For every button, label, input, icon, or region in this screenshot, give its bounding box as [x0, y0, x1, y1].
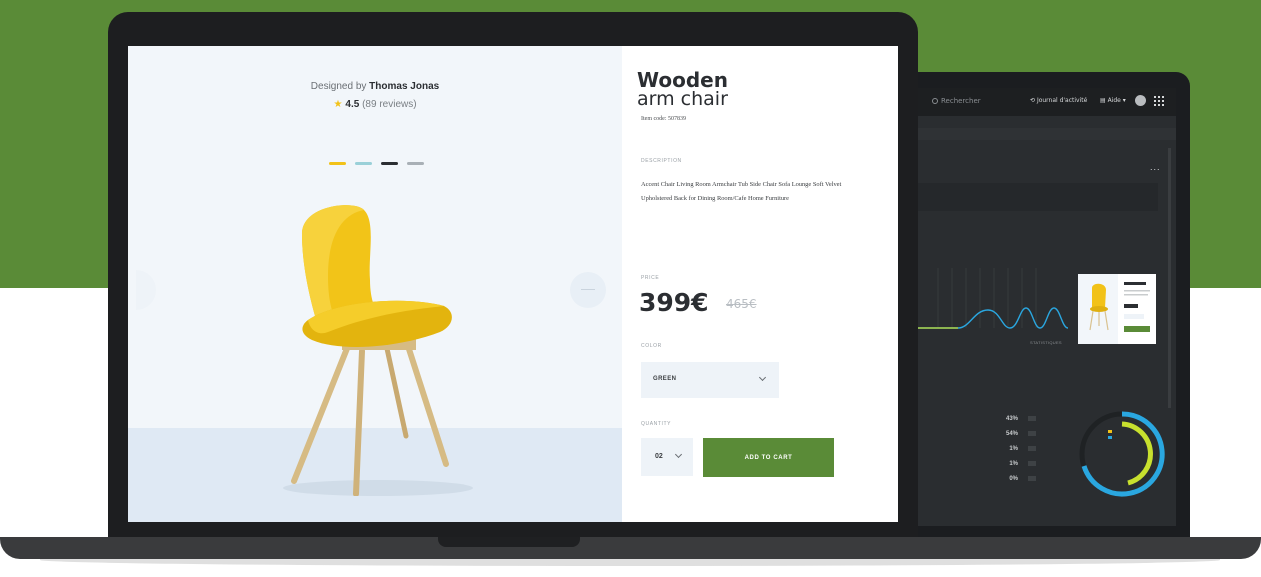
quantity-value: 02: [655, 453, 663, 460]
product-details: Wooden arm chair Item code: 507839 DESCR…: [622, 46, 898, 522]
arrow-right-icon[interactable]: [570, 272, 606, 308]
search-input[interactable]: Rechercher: [932, 97, 981, 105]
price-label: PRICE: [641, 275, 660, 281]
stat-row: 0%: [978, 476, 1038, 491]
stat-value: 0%: [1009, 476, 1018, 482]
product-description: Accent Chair Living Room Armchair Tub Si…: [641, 181, 842, 202]
stat-bar: [1028, 446, 1036, 451]
apps-grid-icon[interactable]: [1154, 96, 1164, 106]
stat-bar: [1028, 431, 1036, 436]
indicator-4[interactable]: [407, 162, 424, 165]
thumbnail-chair-icon: [1078, 274, 1150, 344]
stats-list: 43% 54% 1% 1% 0%: [978, 416, 1038, 491]
panel-header: [918, 128, 1176, 140]
designer-credit: Designed by Thomas Jonas: [128, 81, 622, 92]
stat-row: 1%: [978, 446, 1038, 461]
dashboard-topbar: Rechercher ⟲ Journal d'activité ▤ Aide ▾: [918, 88, 1176, 116]
journal-label: Journal d'activité: [1036, 97, 1088, 104]
activity-chart: [918, 268, 1068, 329]
stat-value: 43%: [1005, 416, 1018, 422]
stat-value: 1%: [1009, 461, 1018, 467]
product-price: 399€: [639, 288, 709, 317]
stat-bar: [1028, 461, 1036, 466]
chevron-down-icon: [674, 450, 683, 459]
journal-link[interactable]: ⟲ Journal d'activité: [1030, 97, 1087, 104]
rating: ★ 4.5 (89 reviews): [128, 99, 622, 110]
laptop-base: [0, 537, 1261, 559]
item-code: Item code: 507839: [641, 116, 686, 122]
product-gallery: Designed by Thomas Jonas ★ 4.5 (89 review…: [128, 46, 622, 522]
chair-image: [283, 205, 473, 496]
designer-name[interactable]: Thomas Jonas: [369, 81, 439, 92]
scrollbar[interactable]: [1168, 148, 1171, 408]
indicator-3[interactable]: [381, 162, 398, 165]
indicator-2[interactable]: [355, 162, 372, 165]
indicator-1[interactable]: [329, 162, 346, 165]
old-price: 465€: [726, 297, 757, 311]
designer-prefix: Designed by: [310, 81, 367, 92]
product-thumbnail[interactable]: [1078, 274, 1156, 344]
color-value: GREEN: [653, 376, 677, 382]
arrow-right-line: [581, 289, 595, 290]
color-select[interactable]: GREEN: [641, 362, 779, 398]
star-icon: ★: [333, 99, 343, 110]
stat-row: 43%: [978, 416, 1038, 431]
reviews-link[interactable]: (89 reviews): [362, 99, 416, 110]
chart-caption: STATISTIQUES: [1030, 340, 1062, 345]
help-label: Aide: [1107, 97, 1121, 104]
stat-value: 1%: [1009, 446, 1018, 452]
color-label: COLOR: [641, 343, 662, 349]
dashboard-screen: Rechercher ⟲ Journal d'activité ▤ Aide ▾…: [918, 88, 1176, 526]
stat-row: 1%: [978, 461, 1038, 476]
quantity-select[interactable]: 02: [641, 438, 693, 476]
panel-band: [918, 183, 1158, 211]
search-icon: [932, 98, 938, 104]
stat-row: 54%: [978, 431, 1038, 446]
help-menu[interactable]: ▤ Aide ▾: [1100, 97, 1126, 104]
donut-chart: [1079, 411, 1165, 497]
search-placeholder: Rechercher: [941, 97, 981, 105]
product-subtitle: arm chair: [637, 88, 728, 110]
laptop-notch: [438, 537, 580, 547]
gallery-indicators: [329, 162, 429, 166]
stat-bar: [1028, 476, 1036, 481]
product-page: Designed by Thomas Jonas ★ 4.5 (89 review…: [128, 46, 898, 522]
rating-value: 4.5: [345, 99, 360, 110]
stat-value: 54%: [1005, 431, 1018, 437]
arrow-left-icon[interactable]: [136, 270, 156, 310]
stat-bar: [1028, 416, 1036, 421]
chevron-down-icon: [758, 373, 767, 382]
quantity-label: QUANTITY: [641, 421, 672, 427]
avatar-icon[interactable]: [1135, 95, 1146, 106]
add-to-cart-button[interactable]: ADD TO CART: [703, 438, 834, 477]
description-label: DESCRIPTION: [641, 158, 682, 164]
more-options-button[interactable]: ...: [1150, 162, 1161, 172]
